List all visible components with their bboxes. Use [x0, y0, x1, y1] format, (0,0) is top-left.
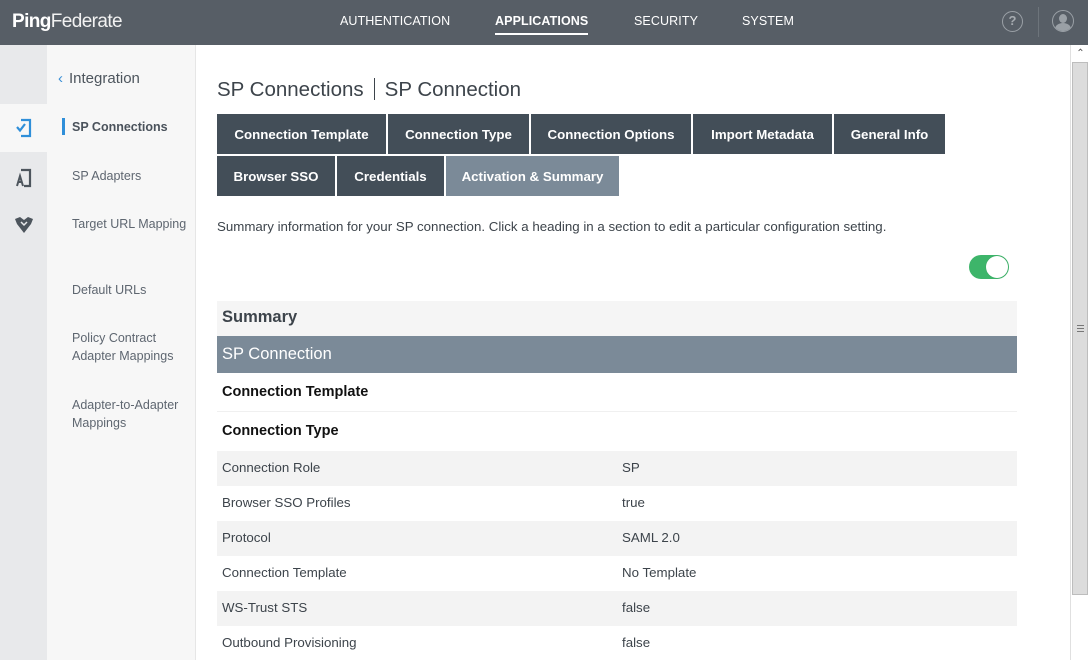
- breadcrumb-sp-connections[interactable]: SP Connections: [217, 78, 364, 101]
- back-label: Integration: [69, 70, 140, 87]
- subsection-connection-template[interactable]: Connection Template: [217, 373, 1017, 412]
- nav-security[interactable]: SECURITY: [634, 14, 698, 28]
- row-value: No Template: [622, 565, 697, 580]
- top-bar: PingFederate AUTHENTICATION APPLICATIONS…: [0, 0, 1088, 45]
- rail-sp-connections[interactable]: [0, 104, 47, 152]
- row-value: SP: [622, 460, 640, 475]
- back-to-integration[interactable]: ‹ Integration: [58, 70, 140, 87]
- row-value: SAML 2.0: [622, 530, 680, 545]
- subnav-adapter-to-adapter-mappings[interactable]: Adapter-to-Adapter Mappings: [72, 396, 192, 432]
- summary-heading: Summary: [217, 301, 1017, 336]
- chevron-left-icon: ‹: [58, 70, 63, 87]
- table-row: Protocol SAML 2.0: [217, 521, 1017, 556]
- help-icon[interactable]: ?: [1002, 11, 1023, 32]
- tab-connection-options[interactable]: Connection Options: [531, 114, 691, 154]
- icon-rail: [0, 45, 47, 660]
- tab-general-info[interactable]: General Info: [834, 114, 945, 154]
- tab-browser-sso[interactable]: Browser SSO: [217, 156, 335, 196]
- secondary-nav: ‹ Integration SP Connections SP Adapters …: [47, 45, 196, 660]
- tab-connection-template[interactable]: Connection Template: [217, 114, 386, 154]
- policy-shield-icon: [14, 217, 33, 233]
- sp-connection-icon: [15, 118, 31, 138]
- row-key: Connection Role: [222, 460, 321, 475]
- avatar-head: [1059, 14, 1067, 23]
- scroll-up-arrow-icon[interactable]: ⌃: [1072, 45, 1088, 62]
- header-divider: [1038, 7, 1039, 37]
- row-key: Outbound Provisioning: [222, 635, 357, 650]
- rail-sp-adapters[interactable]: [0, 154, 47, 202]
- page-title: SP Connections SP Connection: [217, 78, 521, 102]
- row-key: Browser SSO Profiles: [222, 495, 351, 510]
- subnav-target-url-mapping[interactable]: Target URL Mapping: [72, 215, 192, 233]
- vertical-scrollbar[interactable]: ⌃: [1070, 45, 1088, 660]
- nav-system[interactable]: SYSTEM: [742, 14, 794, 28]
- table-row: Browser SSO Profiles true: [217, 486, 1017, 521]
- avatar-body: [1055, 23, 1071, 31]
- connection-status-toggle[interactable]: [969, 255, 1009, 279]
- title-separator: [373, 78, 375, 100]
- nav-authentication[interactable]: AUTHENTICATION: [340, 14, 450, 28]
- nav-applications[interactable]: APPLICATIONS: [495, 14, 589, 35]
- pingfederate-logo[interactable]: PingFederate: [12, 11, 123, 33]
- subnav-sp-connections[interactable]: SP Connections: [62, 118, 192, 136]
- table-row: Outbound Provisioning false: [217, 626, 1017, 660]
- subnav-sp-adapters[interactable]: SP Adapters: [72, 167, 192, 185]
- row-value: false: [622, 600, 651, 615]
- row-key: Protocol: [222, 530, 271, 545]
- rail-policies[interactable]: [0, 201, 47, 249]
- grip-icon: [1077, 325, 1084, 332]
- row-key: Connection Template: [222, 565, 347, 580]
- tab-activation-summary[interactable]: Activation & Summary: [446, 156, 619, 196]
- table-row: WS-Trust STS false: [217, 591, 1017, 626]
- logo-bold-text: Ping: [12, 11, 51, 32]
- table-row: Connection Template No Template: [217, 556, 1017, 591]
- subsection-connection-type[interactable]: Connection Type: [217, 412, 1017, 451]
- scroll-thumb[interactable]: [1072, 62, 1088, 595]
- page-description: Summary information for your SP connecti…: [217, 219, 887, 234]
- sp-adapter-icon: [15, 168, 31, 188]
- main-content: SP Connections SP Connection Connection T…: [196, 45, 1070, 660]
- tab-credentials[interactable]: Credentials: [337, 156, 444, 196]
- user-avatar-icon[interactable]: [1052, 10, 1074, 32]
- row-value: true: [622, 495, 645, 510]
- table-row: Connection Role SP: [217, 451, 1017, 486]
- row-value: false: [622, 635, 651, 650]
- summary-table: Summary SP Connection Connection Templat…: [217, 301, 1017, 660]
- breadcrumb-sp-connection: SP Connection: [384, 78, 522, 101]
- section-sp-connection[interactable]: SP Connection: [217, 336, 1017, 373]
- subnav-default-urls[interactable]: Default URLs: [72, 281, 192, 299]
- tab-import-metadata[interactable]: Import Metadata: [693, 114, 832, 154]
- tab-connection-type[interactable]: Connection Type: [388, 114, 529, 154]
- toggle-knob: [986, 256, 1008, 278]
- subnav-policy-contract-adapter-mappings[interactable]: Policy Contract Adapter Mappings: [72, 329, 192, 365]
- row-key: WS-Trust STS: [222, 600, 308, 615]
- logo-light-text: Federate: [50, 11, 123, 32]
